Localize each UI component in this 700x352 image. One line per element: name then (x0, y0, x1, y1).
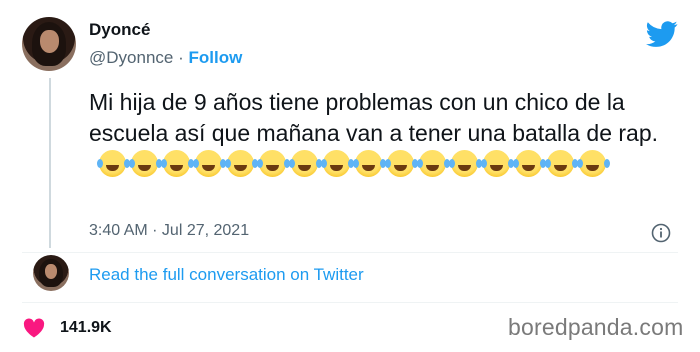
tears-of-joy-emoji (513, 150, 542, 177)
tweet-text: Mi hija de 9 años tiene problemas con un… (89, 87, 664, 180)
twitter-bird-icon[interactable] (644, 18, 680, 50)
tears-of-joy-emoji (193, 150, 222, 177)
reply-avatar[interactable] (33, 255, 69, 291)
thread-line (49, 78, 51, 248)
like-count[interactable]: 141.9K (60, 319, 112, 337)
tears-of-joy-emoji (545, 150, 574, 177)
author-name[interactable]: Dyoncé (89, 20, 150, 40)
tears-of-joy-emoji (577, 150, 606, 177)
tears-of-joy-emoji (449, 150, 478, 177)
info-icon[interactable] (651, 223, 671, 243)
tears-of-joy-emoji (129, 150, 158, 177)
tears-of-joy-emoji (225, 150, 254, 177)
tweet-body: Mi hija de 9 años tiene problemas con un… (89, 89, 659, 146)
tears-of-joy-emoji (321, 150, 350, 177)
tears-of-joy-emoji (481, 150, 510, 177)
tears-of-joy-emoji (353, 150, 382, 177)
separator-dot: · (178, 48, 184, 67)
author-handle[interactable]: @Dyonnce (89, 48, 173, 67)
tears-of-joy-emoji (161, 150, 190, 177)
divider (22, 302, 678, 303)
follow-button[interactable]: Follow (189, 48, 243, 67)
tears-of-joy-emoji (97, 150, 126, 177)
author-avatar[interactable] (22, 17, 76, 71)
emoji-group (97, 150, 611, 177)
tears-of-joy-emoji (257, 150, 286, 177)
tears-of-joy-emoji (385, 150, 414, 177)
tears-of-joy-emoji (417, 150, 446, 177)
watermark: boredpanda.com (508, 314, 684, 340)
divider (22, 252, 678, 253)
author-handle-row: @Dyonnce · Follow (89, 48, 242, 68)
read-conversation-link[interactable]: Read the full conversation on Twitter (89, 265, 364, 285)
tears-of-joy-emoji (289, 150, 318, 177)
tweet-timestamp[interactable]: 3:40 AM · Jul 27, 2021 (89, 222, 249, 240)
heart-icon[interactable] (23, 318, 45, 338)
